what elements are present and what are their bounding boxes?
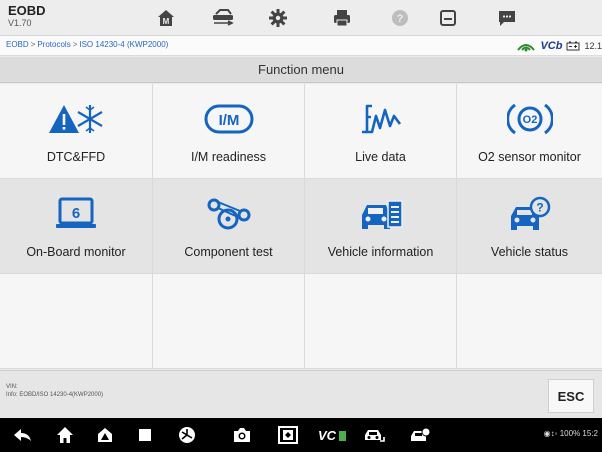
vehicle-info-icon (361, 200, 403, 229)
vehicle-service-icon (411, 427, 431, 441)
save-button[interactable] (424, 0, 472, 36)
breadcrumb-separator: > (72, 40, 78, 49)
app-identity: EOBD V1.70 (8, 4, 46, 28)
tile-empty (153, 274, 305, 369)
tile-label: O2 sensor monitor (478, 150, 581, 164)
camera-button[interactable] (224, 418, 260, 452)
screenshot-icon (278, 426, 298, 444)
browser-button[interactable] (172, 418, 202, 452)
tile-label: Component test (184, 245, 273, 259)
breadcrumb-separator: > (30, 40, 36, 49)
back-arrow-icon (14, 429, 31, 441)
tile-empty (457, 274, 602, 369)
vehicle-shortcut-button[interactable] (358, 418, 390, 452)
vehicle-swap-button[interactable] (199, 0, 247, 36)
recent-apps-button[interactable] (130, 418, 160, 452)
protocol-info: Info: EOBD/ISO 14230-4(KWP2000) (6, 392, 104, 399)
esc-button[interactable]: ESC (548, 379, 594, 413)
screenshot-button[interactable] (272, 418, 304, 452)
component-test-icon (207, 198, 250, 230)
save-icon (440, 10, 456, 26)
svg-text:?: ? (397, 13, 404, 25)
tile-label: On-Board monitor (26, 245, 126, 259)
svg-text:VC: VC (318, 428, 337, 443)
print-button[interactable] (318, 0, 366, 36)
vehicle-info-text: VIN: Info: EOBD/ISO 14230-4(KWP2000) (6, 383, 103, 399)
tile-empty (305, 274, 457, 369)
tile-im-readiness[interactable]: I/M I/M readiness (153, 84, 305, 179)
tile-live-data[interactable]: Live data (305, 84, 457, 179)
home-icon: M (158, 10, 174, 26)
vin-label: VIN: (6, 384, 18, 390)
onboard-monitor-icon: 6 (56, 197, 96, 228)
autel-home-button[interactable] (90, 418, 120, 452)
battery-icon (566, 41, 580, 51)
battery-level: 100% (559, 429, 581, 438)
app-name: EOBD (8, 3, 46, 18)
recent-apps-icon (139, 429, 151, 441)
vci-manager-button[interactable]: VC (314, 418, 350, 452)
svg-text:I/M: I/M (218, 112, 239, 129)
svg-text:O2: O2 (522, 114, 537, 126)
tile-label: I/M readiness (190, 150, 267, 164)
tile-label: Vehicle information (327, 245, 434, 259)
vehicle-shortcut-icon (365, 430, 385, 442)
breadcrumb-item-protocol: ISO 14230-4 (KWP2000) (79, 40, 169, 49)
print-icon (334, 10, 350, 27)
vehicle-service-button[interactable] (404, 418, 436, 452)
svg-text:?: ? (536, 201, 543, 215)
function-grid: DTC&FFD I/M I/M readiness Live data O2 O… (0, 84, 602, 369)
breadcrumb-item-eobd[interactable]: EOBD (6, 40, 29, 49)
tile-vehicle-information[interactable]: Vehicle information (305, 179, 457, 274)
vci-manager-icon: VC (318, 428, 346, 443)
tile-label: Live data (355, 150, 406, 164)
breadcrumb-bar: EOBD > Protocols > ISO 14230-4 (KWP2000) VCb… (0, 36, 602, 56)
message-button[interactable] (483, 0, 531, 36)
tile-empty (0, 274, 153, 369)
system-nav-bar: VC ◉↕◦ 100% 15:2 (0, 418, 602, 452)
status-tray: ◉↕◦ 100% 15:2 (544, 429, 598, 438)
tile-o2-sensor-monitor[interactable]: O2 O2 sensor monitor (457, 84, 602, 179)
tile-on-board-monitor[interactable]: 6 On-Board monitor (0, 179, 153, 274)
svg-text:M: M (163, 17, 170, 26)
help-button[interactable]: ? (376, 0, 424, 36)
browser-icon (179, 427, 195, 443)
vci-connection-icon (517, 44, 536, 52)
info-bar: VIN: Info: EOBD/ISO 14230-4(KWP2000) ESC (0, 370, 602, 418)
function-menu-title: Function menu (0, 57, 602, 83)
settings-button[interactable] (254, 0, 302, 36)
breadcrumb-item-protocols[interactable]: Protocols (37, 40, 70, 49)
breadcrumb: EOBD > Protocols > ISO 14230-4 (KWP2000) (6, 40, 168, 49)
top-toolbar: EOBD V1.70 M ? (0, 0, 602, 36)
tile-dtc-ffd[interactable]: DTC&FFD (0, 84, 153, 179)
back-button[interactable] (8, 418, 38, 452)
vci-logo: VCb (540, 40, 563, 52)
help-icon: ? (392, 10, 408, 26)
home-button[interactable]: M (142, 0, 190, 36)
camera-icon (234, 428, 250, 442)
tile-label: DTC&FFD (46, 150, 106, 164)
live-data-waveform-icon (361, 104, 401, 134)
autel-home-icon (98, 428, 112, 442)
vci-status: VCb 12.1 (516, 38, 602, 54)
clock: 15:2 (582, 429, 598, 438)
home-nav-button[interactable] (50, 418, 80, 452)
svg-text:6: 6 (72, 205, 80, 222)
tile-label: Vehicle status (490, 245, 569, 259)
home-nav-icon (57, 427, 73, 443)
battery-voltage: 12.1 (584, 41, 602, 51)
o2-sensor-icon: O2 (506, 103, 553, 135)
vehicle-status-icon: ? (510, 196, 550, 230)
settings-icon (269, 9, 287, 27)
im-readiness-icon: I/M (204, 104, 253, 134)
dtc-warning-snowflake-icon (49, 105, 103, 133)
message-icon (499, 11, 515, 26)
car-swap-icon (213, 9, 234, 26)
app-version: V1.70 (8, 18, 32, 28)
tile-vehicle-status[interactable]: ? Vehicle status (457, 179, 602, 274)
tile-component-test[interactable]: Component test (153, 179, 305, 274)
wifi-icon: ◉↕◦ (543, 429, 558, 438)
